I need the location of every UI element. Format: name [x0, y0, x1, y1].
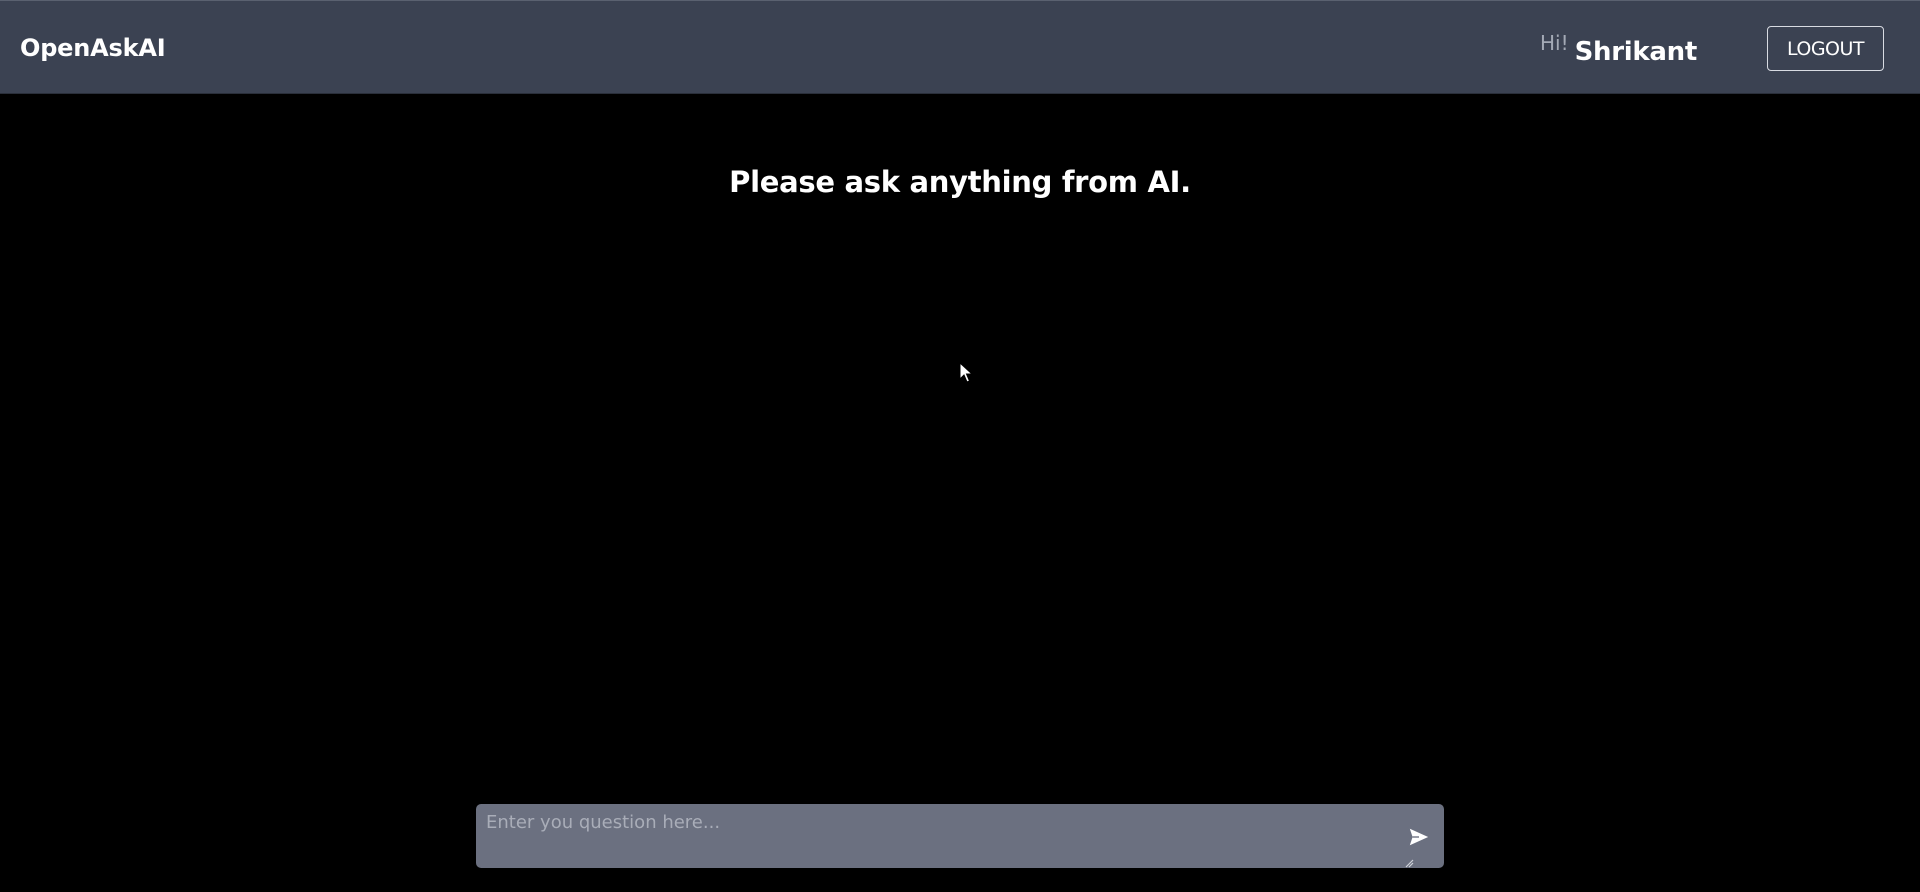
chat-area: Please ask anything from AI.: [0, 94, 1920, 892]
prompt-title: Please ask anything from AI.: [729, 165, 1191, 199]
app-window: OpenAskAI Hi! Shrikant LOGOUT Please ask…: [0, 0, 1920, 892]
resize-handle-icon[interactable]: [1402, 856, 1414, 868]
mouse-cursor-icon: [959, 362, 973, 383]
send-icon: [1409, 828, 1429, 846]
top-navbar: OpenAskAI Hi! Shrikant LOGOUT: [0, 0, 1920, 94]
brand-logo[interactable]: OpenAskAI: [20, 34, 166, 62]
send-button[interactable]: [1406, 824, 1432, 850]
question-input[interactable]: [476, 804, 1376, 868]
question-composer: [476, 804, 1444, 868]
user-greeting: Hi! Shrikant: [1540, 31, 1697, 69]
greeting-prefix: Hi!: [1540, 31, 1569, 55]
user-name: Shrikant: [1574, 37, 1698, 67]
logout-button[interactable]: LOGOUT: [1767, 26, 1884, 71]
